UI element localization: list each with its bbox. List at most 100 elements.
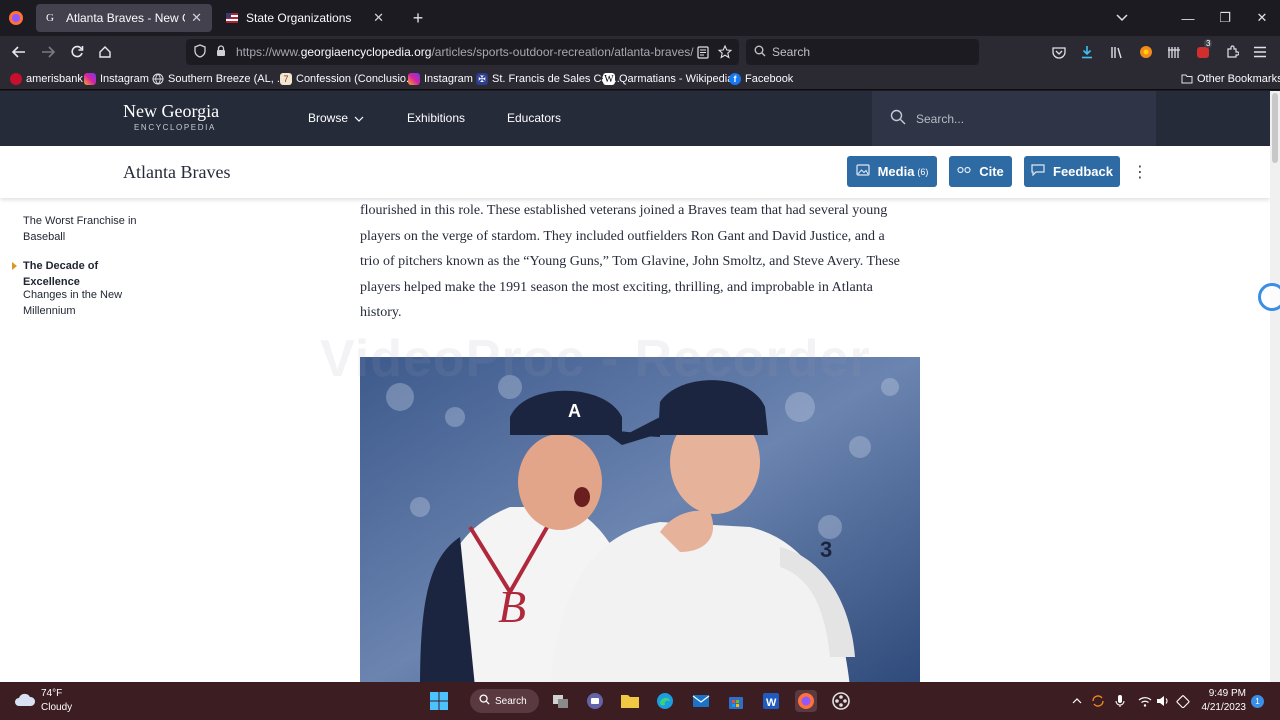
file-explorer-icon[interactable] bbox=[619, 690, 641, 712]
cloudy-weather-icon[interactable] bbox=[14, 692, 36, 713]
tab-atlanta-braves[interactable]: G Atlanta Braves - New Georgia Er ✕ bbox=[36, 4, 212, 32]
firefox-menu-icon[interactable] bbox=[4, 6, 28, 30]
lock-icon[interactable] bbox=[216, 44, 226, 60]
toc-item-worst-franchise[interactable]: The Worst Franchise in Baseball bbox=[23, 213, 153, 245]
weather-condition[interactable]: Cloudy bbox=[41, 702, 72, 713]
show-hidden-icons-chevron-up-icon[interactable] bbox=[1070, 692, 1084, 710]
chevron-down-icon bbox=[354, 111, 364, 125]
bookmark-facebook[interactable]: f Facebook bbox=[729, 71, 793, 87]
screen-recorder-watermark: VideoProc - Recorder bbox=[320, 330, 871, 388]
reload-icon[interactable] bbox=[65, 40, 89, 64]
bookmark-qarmatians-wikipedia[interactable]: W Qarmatians - Wikipedia bbox=[603, 71, 733, 87]
media-button[interactable]: Media (6) bbox=[847, 156, 937, 187]
volume-icon[interactable] bbox=[1155, 692, 1171, 710]
tab-title: Atlanta Braves - New Georgia Er bbox=[66, 11, 185, 25]
media-button-label: Media bbox=[877, 164, 915, 179]
clock-date[interactable]: 4/21/2023 bbox=[1192, 702, 1247, 713]
extensions-puzzle-icon[interactable] bbox=[1222, 42, 1242, 62]
close-tab-icon[interactable]: ✕ bbox=[373, 10, 384, 26]
nav-browse[interactable]: Browse bbox=[308, 111, 364, 125]
bookmark-instagram[interactable]: Instagram bbox=[84, 71, 149, 87]
microsoft-store-icon[interactable] bbox=[725, 690, 747, 712]
maximize-button[interactable]: ❐ bbox=[1207, 0, 1243, 36]
tab-state-organizations[interactable]: State Organizations ✕ bbox=[216, 4, 394, 32]
downloads-icon[interactable] bbox=[1077, 42, 1097, 62]
instagram-icon bbox=[408, 73, 420, 85]
feedback-button-label: Feedback bbox=[1053, 164, 1113, 179]
word-icon[interactable]: W bbox=[760, 690, 782, 712]
navigation-toolbar: https://www.georgiaencyclopedia.org/arti… bbox=[0, 36, 1280, 68]
extension-orange-icon[interactable] bbox=[1136, 42, 1156, 62]
toc-item-decade-of-excellence[interactable]: The Decade of Excellence bbox=[23, 258, 153, 290]
article-paragraph: flourished in this role. These establish… bbox=[360, 203, 900, 321]
chat-bubble-icon bbox=[1031, 164, 1045, 179]
site-search-field[interactable]: Search... bbox=[872, 91, 1156, 146]
bookmark-label: Other Bookmarks bbox=[1197, 73, 1280, 85]
wikipedia-icon: W bbox=[603, 73, 615, 85]
cite-button[interactable]: Cite bbox=[949, 156, 1012, 187]
extension-grid-icon[interactable] bbox=[1164, 42, 1184, 62]
bookmark-confession[interactable]: 7 Confession (Conclusio... bbox=[280, 71, 415, 87]
toc-item-new-millennium[interactable]: Changes in the New Millennium bbox=[23, 287, 153, 319]
quote-icon bbox=[957, 165, 971, 179]
site-logo-subtitle: ENCYCLOPEDIA bbox=[134, 123, 216, 132]
edge-browser-icon[interactable] bbox=[654, 690, 676, 712]
more-options-kebab-icon[interactable]: ⋮ bbox=[1132, 162, 1148, 182]
bookmark-amerisbank[interactable]: amerisbank bbox=[10, 71, 83, 87]
bookmark-label: Instagram bbox=[100, 73, 149, 85]
taskbar-search-label: Search bbox=[495, 695, 527, 707]
recording-cursor-highlight-icon bbox=[1258, 283, 1280, 311]
site-logo-title[interactable]: New Georgia bbox=[123, 101, 219, 122]
bookmark-star-icon[interactable] bbox=[715, 42, 735, 62]
teams-chat-icon[interactable] bbox=[584, 690, 606, 712]
forward-arrow-icon[interactable] bbox=[36, 40, 60, 64]
page-scrollbar[interactable] bbox=[1270, 91, 1280, 682]
wifi-icon[interactable] bbox=[1137, 692, 1153, 710]
current-section-marker-icon bbox=[12, 262, 17, 270]
microphone-icon[interactable] bbox=[1112, 692, 1128, 710]
bookmark-southern-breeze[interactable]: Southern Breeze (AL, ... bbox=[152, 71, 286, 87]
firefox-taskbar-icon[interactable] bbox=[795, 690, 817, 712]
minimize-button[interactable]: — bbox=[1170, 0, 1206, 36]
film-reel-app-icon[interactable] bbox=[830, 690, 852, 712]
home-icon[interactable] bbox=[93, 40, 117, 64]
extension-red-badge-icon[interactable]: 3 bbox=[1193, 39, 1213, 62]
close-window-button[interactable]: ✕ bbox=[1244, 0, 1280, 36]
app-menu-hamburger-icon[interactable] bbox=[1250, 42, 1270, 62]
notification-count-badge[interactable]: 1 bbox=[1251, 695, 1264, 708]
reader-view-icon[interactable] bbox=[693, 42, 713, 62]
tracking-protection-shield-icon[interactable] bbox=[194, 43, 206, 61]
other-bookmarks-folder[interactable]: Other Bookmarks bbox=[1181, 71, 1280, 87]
article-photo-braves-manager-arguing-with-umpire[interactable]: B A 3 bbox=[360, 357, 920, 682]
close-tab-icon[interactable]: ✕ bbox=[191, 10, 202, 26]
bookmark-st-francis[interactable]: ✠ St. Francis de Sales Cat... bbox=[476, 71, 620, 87]
taskbar-search-button[interactable]: Search bbox=[470, 689, 539, 713]
library-icon[interactable] bbox=[1107, 42, 1127, 62]
windows-taskbar: 74°F Cloudy Search W 9:49 PM 4/21/2023 1 bbox=[0, 682, 1280, 720]
site-search-placeholder: Search... bbox=[916, 111, 965, 126]
mail-icon[interactable] bbox=[690, 690, 712, 712]
scrollbar-thumb[interactable] bbox=[1272, 93, 1278, 163]
battery-icon[interactable] bbox=[1175, 692, 1191, 710]
new-tab-button[interactable]: + bbox=[400, 0, 436, 36]
bookmark-label: Facebook bbox=[745, 73, 794, 85]
extensions-count-badge: 3 bbox=[1204, 39, 1213, 48]
back-arrow-icon[interactable] bbox=[7, 40, 31, 64]
sync-tray-icon[interactable] bbox=[1089, 692, 1107, 710]
bookmark-label: amerisbank bbox=[26, 73, 83, 85]
nav-exhibitions[interactable]: Exhibitions bbox=[407, 111, 465, 125]
feedback-button[interactable]: Feedback bbox=[1024, 156, 1120, 187]
address-bar[interactable]: https://www.georgiaencyclopedia.org/arti… bbox=[186, 39, 739, 65]
browser-search-bar[interactable]: Search bbox=[746, 39, 979, 65]
clock-time[interactable]: 9:49 PM bbox=[1200, 688, 1246, 699]
pocket-icon[interactable] bbox=[1049, 42, 1069, 62]
search-icon bbox=[754, 45, 766, 60]
nav-educators[interactable]: Educators bbox=[507, 111, 561, 125]
task-view-icon[interactable] bbox=[550, 690, 572, 712]
tab-title: State Organizations bbox=[246, 11, 352, 25]
weather-temperature[interactable]: 74°F bbox=[41, 688, 62, 699]
bookmark-instagram-2[interactable]: Instagram bbox=[408, 71, 473, 87]
tab-list-button[interactable] bbox=[1104, 0, 1140, 36]
windows-start-icon[interactable] bbox=[428, 690, 450, 712]
us-flag-icon bbox=[226, 12, 238, 24]
